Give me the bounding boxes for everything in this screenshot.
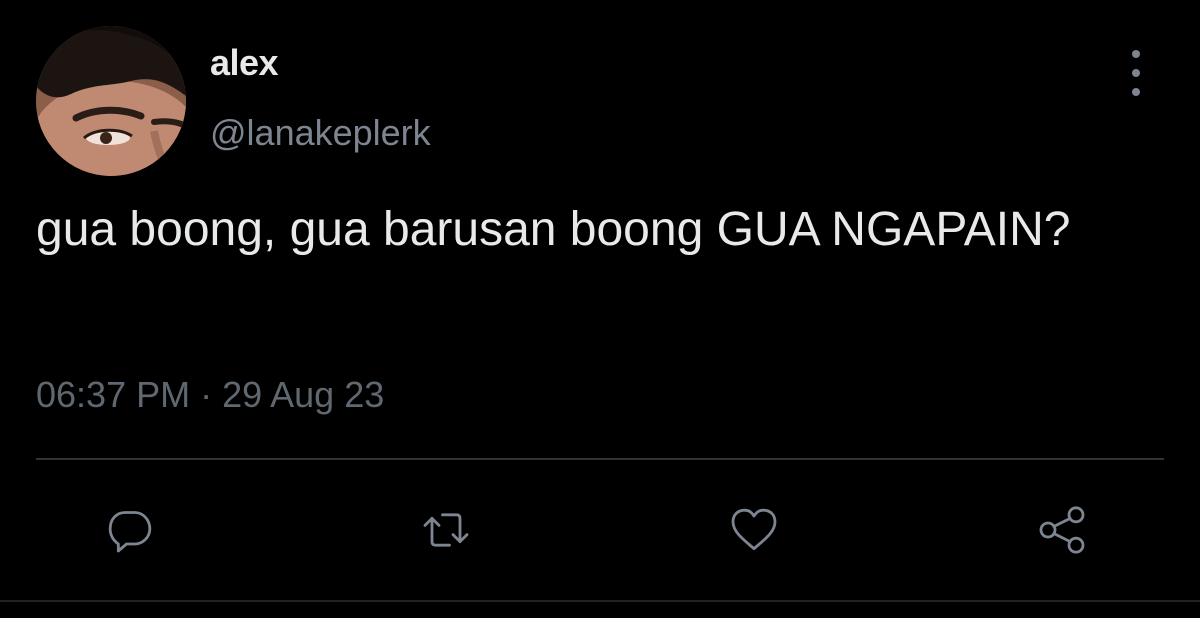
share-nodes-icon <box>1039 506 1085 554</box>
display-name[interactable]: alex <box>210 42 279 84</box>
like-button[interactable] <box>724 500 784 560</box>
vertical-ellipsis-icon <box>1132 50 1140 58</box>
share-button[interactable] <box>1032 500 1092 560</box>
vertical-ellipsis-icon <box>1132 88 1140 96</box>
heart-icon <box>731 508 777 551</box>
user-handle[interactable]: @lanakeplerk <box>210 112 431 154</box>
avatar[interactable] <box>36 26 186 176</box>
retweet-button[interactable] <box>416 500 476 560</box>
reply-button[interactable] <box>100 500 160 560</box>
vertical-ellipsis-icon <box>1132 69 1140 77</box>
divider <box>36 458 1164 460</box>
divider <box>0 600 1200 602</box>
more-options-button[interactable] <box>1116 50 1156 96</box>
avatar-photo <box>36 26 186 176</box>
speech-bubble-icon <box>108 511 152 553</box>
tweet-text: gua boong, gua barusan boong GUA NGAPAIN… <box>36 203 1071 256</box>
tweet-timestamp[interactable]: 06:37 PM · 29 Aug 23 <box>36 374 384 416</box>
retweet-arrows-icon <box>423 513 469 547</box>
tweet-card: alex @lanakeplerk gua boong, gua barusan… <box>0 0 1200 618</box>
